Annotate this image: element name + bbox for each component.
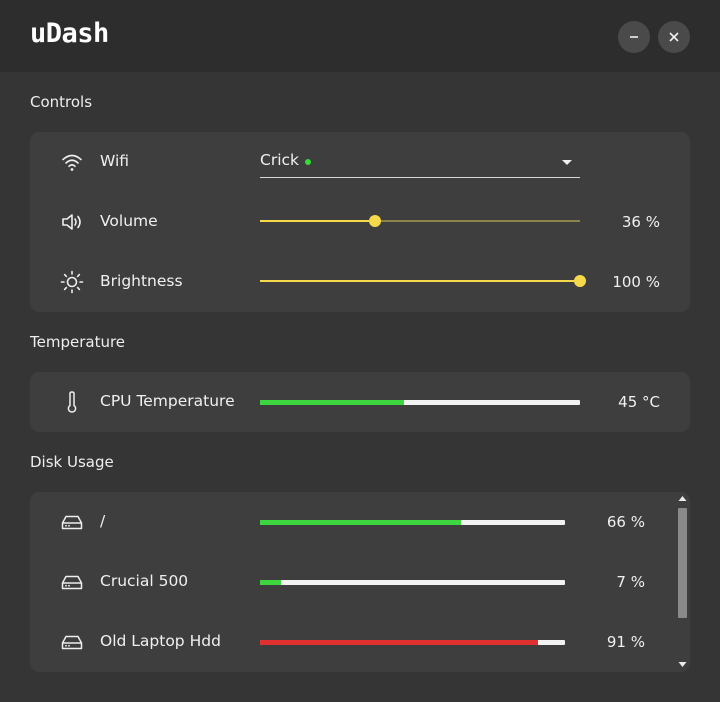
wifi-label: Wifi [100, 152, 130, 170]
brightness-label: Brightness [100, 272, 183, 290]
disk-list-scrollbar[interactable] [675, 492, 690, 672]
wifi-status-dot [305, 159, 311, 165]
section-title-controls: Controls [30, 93, 93, 111]
volume-label: Volume [100, 212, 158, 230]
wifi-dropdown[interactable]: Crick [260, 146, 580, 178]
cpu-temperature-label: CPU Temperature [100, 392, 235, 410]
disk-usage-value: 66 % [606, 513, 645, 531]
scroll-down-arrow-icon[interactable] [678, 661, 687, 668]
volume-value: 36 % [621, 213, 660, 231]
hard-drive-icon [61, 575, 83, 590]
disk-usage-value: 7 % [616, 573, 645, 591]
hard-drive-icon [61, 515, 83, 530]
brightness-slider-fill [260, 280, 580, 282]
cpu-temperature-value: 45 °C [618, 393, 660, 411]
section-title-disk-usage: Disk Usage [30, 453, 114, 471]
app-title: uDash [30, 18, 109, 49]
volume-slider-fill [260, 220, 376, 222]
thermometer-icon [67, 391, 77, 413]
disk-usage-value: 91 % [606, 633, 645, 651]
sun-icon [60, 270, 84, 294]
chevron-down-icon [562, 160, 572, 165]
section-title-temperature: Temperature [30, 333, 126, 351]
speaker-icon [62, 214, 81, 230]
title-bar: uDash [0, 0, 720, 72]
wifi-icon [62, 154, 82, 171]
disk-usage-bar-fill [260, 580, 282, 585]
cpu-temperature-bar [260, 400, 580, 405]
disk-label: / [100, 512, 106, 530]
disk-usage-bar-fill [260, 640, 538, 645]
disk-label: Old Laptop Hdd [100, 632, 221, 650]
brightness-slider-knob[interactable] [574, 275, 586, 287]
minus-icon [630, 36, 638, 38]
close-icon [669, 32, 679, 42]
cpu-temperature-bar-fill [260, 400, 404, 405]
scrollbar-thumb[interactable] [678, 508, 687, 618]
disk-usage-bar [260, 520, 565, 525]
disk-usage-bar [260, 580, 565, 585]
wifi-selected-value: Crick [260, 151, 299, 169]
brightness-value: 100 % [612, 273, 660, 291]
scroll-up-arrow-icon[interactable] [678, 495, 687, 502]
close-button[interactable] [658, 21, 690, 53]
disk-usage-bar [260, 640, 565, 645]
disk-label: Crucial 500 [100, 572, 189, 590]
minimize-button[interactable] [618, 21, 650, 53]
hard-drive-icon [61, 635, 83, 650]
disk-usage-bar-fill [260, 520, 462, 525]
